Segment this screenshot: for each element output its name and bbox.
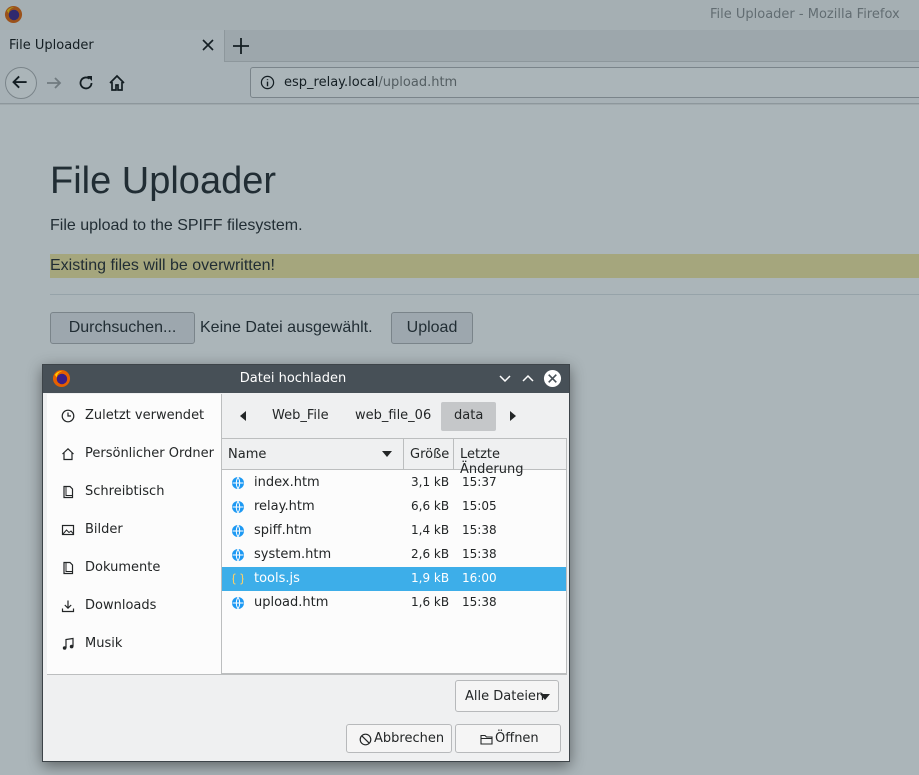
sidebar-item-label: Zuletzt verwendet	[85, 408, 205, 423]
dialog-close-icon[interactable]	[543, 369, 562, 388]
chevron-down-icon	[540, 694, 550, 700]
dialog-title: Datei hochladen	[239, 371, 347, 386]
filter-label: Alle Dateien	[465, 689, 545, 704]
sidebar-item-label: Bilder	[85, 522, 123, 537]
desktop-icon	[63, 485, 74, 499]
web-file-icon	[232, 476, 244, 490]
file-size: 1,4 kB	[411, 523, 450, 537]
sidebar-item-downloads[interactable]: Downloads	[47, 587, 221, 625]
documents-icon	[63, 561, 74, 575]
minimize-icon[interactable]	[497, 370, 513, 386]
file-name: tools.js	[254, 571, 300, 586]
file-row[interactable]: relay.htm 6,6 kB 15:05	[222, 495, 566, 519]
breadcrumb-item-current[interactable]: data	[441, 402, 497, 431]
file-modified: 16:00	[462, 571, 497, 585]
home-icon	[62, 447, 74, 461]
file-size: 2,6 kB	[411, 547, 450, 561]
column-header-size[interactable]: Größe	[404, 439, 454, 470]
breadcrumb-left-arrow-icon[interactable]	[237, 409, 249, 423]
sidebar-item-label: Dokumente	[85, 560, 161, 575]
file-name: upload.htm	[254, 595, 329, 610]
sidebar-item-label: Persönlicher Ordner	[85, 446, 214, 461]
file-row[interactable]: index.htm 3,1 kB 15:37	[222, 471, 566, 495]
file-name: system.htm	[254, 547, 332, 562]
file-size: 1,9 kB	[411, 571, 450, 585]
sidebar-item-home[interactable]: Persönlicher Ordner	[47, 435, 221, 473]
file-row-selected[interactable]: tools.js 1,9 kB 16:00	[222, 567, 566, 591]
file-row[interactable]: spiff.htm 1,4 kB 15:38	[222, 519, 566, 543]
sidebar-item-recent[interactable]: Zuletzt verwendet	[47, 397, 221, 435]
music-icon	[62, 637, 74, 650]
file-type-filter-dropdown[interactable]: Alle Dateien	[455, 680, 559, 712]
file-list: Name Größe Letzte Änderung index.htm 3,1…	[221, 438, 567, 674]
web-file-icon	[232, 500, 244, 514]
download-icon	[61, 600, 75, 613]
sidebar-item-label: Musik	[85, 636, 123, 651]
file-name: index.htm	[254, 475, 320, 490]
file-modified: 15:37	[462, 475, 497, 489]
column-header-name[interactable]: Name	[222, 439, 404, 470]
sidebar-item-pictures[interactable]: Bilder	[47, 511, 221, 549]
file-name: spiff.htm	[254, 523, 312, 538]
clock-icon	[61, 409, 75, 423]
file-modified: 15:38	[462, 595, 497, 609]
sort-descending-icon	[382, 451, 392, 457]
folder-open-icon	[480, 734, 493, 745]
breadcrumb-right-arrow-icon[interactable]	[507, 409, 519, 423]
breadcrumb-item[interactable]: web_file_06	[342, 402, 444, 431]
dialog-divider	[47, 674, 567, 675]
open-label: Öffnen	[495, 731, 539, 746]
sidebar-item-label: Schreibtisch	[85, 484, 165, 499]
file-modified: 15:38	[462, 547, 497, 561]
file-size: 6,6 kB	[411, 499, 450, 513]
pictures-icon	[61, 524, 75, 536]
script-file-icon	[232, 573, 244, 585]
cancel-label: Abbrechen	[374, 731, 445, 746]
file-row[interactable]: upload.htm 1,6 kB 15:38	[222, 591, 566, 615]
column-header-label: Name	[228, 447, 267, 462]
cancel-button[interactable]: Abbrechen	[346, 724, 452, 753]
file-list-header: Name Größe Letzte Änderung	[222, 439, 566, 477]
sidebar-item-music[interactable]: Musik	[47, 625, 221, 663]
places-sidebar: Zuletzt verwendet Persönlicher Ordner Sc…	[47, 394, 222, 674]
file-size: 1,6 kB	[411, 595, 450, 609]
cancel-icon	[359, 733, 372, 746]
dialog-titlebar: Datei hochladen	[43, 365, 569, 393]
web-file-icon	[232, 596, 244, 610]
maximize-icon[interactable]	[520, 370, 536, 386]
file-name: relay.htm	[254, 499, 315, 514]
file-row[interactable]: system.htm 2,6 kB 15:38	[222, 543, 566, 567]
sidebar-item-desktop[interactable]: Schreibtisch	[47, 473, 221, 511]
sidebar-item-documents[interactable]: Dokumente	[47, 549, 221, 587]
web-file-icon	[232, 548, 244, 562]
breadcrumb-item[interactable]: Web_File	[259, 402, 342, 431]
open-button[interactable]: Öffnen	[455, 724, 561, 753]
file-modified: 15:05	[462, 499, 497, 513]
column-header-modified[interactable]: Letzte Änderung	[454, 439, 566, 477]
web-file-icon	[232, 524, 244, 538]
file-size: 3,1 kB	[411, 475, 450, 489]
sidebar-item-label: Downloads	[85, 598, 157, 613]
breadcrumb: Web_File web_file_06 data	[221, 394, 567, 438]
file-upload-dialog: Datei hochladen Zuletzt verwendet Persön…	[42, 364, 570, 762]
file-modified: 15:38	[462, 523, 497, 537]
